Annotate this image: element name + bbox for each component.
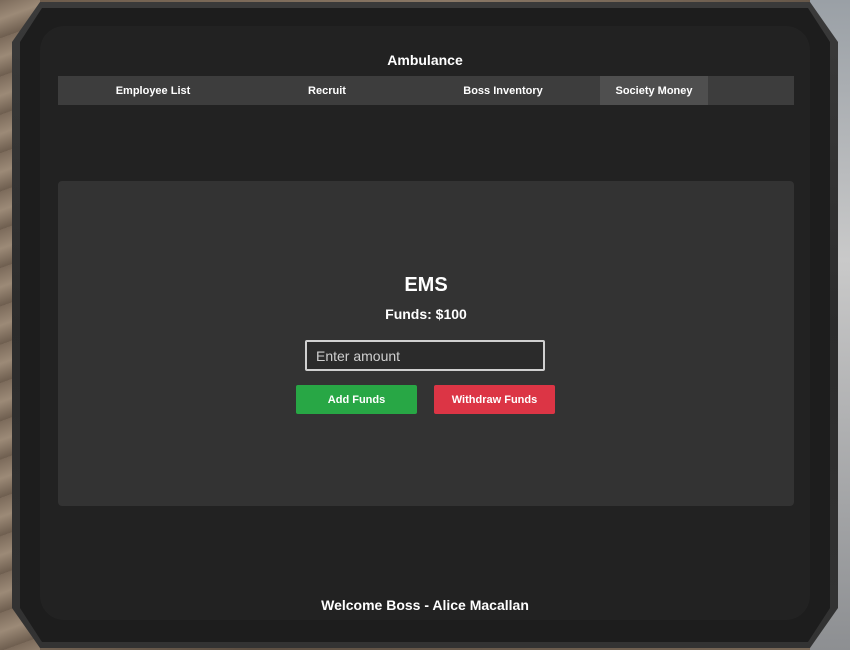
society-money-panel: EMS Funds: $100 Add Funds Withdraw Funds bbox=[58, 181, 794, 506]
add-funds-button[interactable]: Add Funds bbox=[296, 385, 417, 414]
tab-recruit[interactable]: Recruit bbox=[248, 76, 406, 105]
tab-society-money[interactable]: Society Money bbox=[600, 76, 708, 105]
tab-bar: Employee List Recruit Boss Inventory Soc… bbox=[58, 76, 794, 105]
withdraw-funds-button[interactable]: Withdraw Funds bbox=[434, 385, 555, 414]
amount-input[interactable] bbox=[305, 340, 545, 371]
society-name: EMS bbox=[404, 274, 448, 296]
funds-display: Funds: $100 bbox=[385, 306, 467, 322]
tab-boss-inventory[interactable]: Boss Inventory bbox=[406, 76, 600, 105]
tab-employee-list[interactable]: Employee List bbox=[58, 76, 248, 105]
welcome-message: Welcome Boss - Alice Macallan bbox=[321, 597, 529, 613]
boss-menu-screen: Ambulance Employee List Recruit Boss Inv… bbox=[40, 26, 810, 620]
app-title: Ambulance bbox=[387, 52, 463, 68]
